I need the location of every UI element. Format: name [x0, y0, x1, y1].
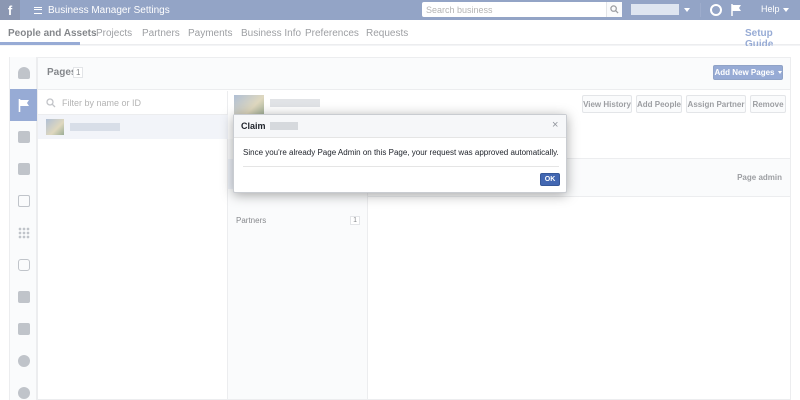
ok-button[interactable]: OK: [540, 173, 560, 186]
dialog-header: Claim ×: [234, 115, 566, 138]
page-name-redacted: [270, 122, 298, 130]
claim-dialog: Claim × Since you're already Page Admin …: [233, 114, 567, 193]
close-icon[interactable]: ×: [552, 120, 558, 131]
modal-overlay[interactable]: [0, 0, 800, 400]
dialog-message: Since you're already Page Admin on this …: [243, 148, 559, 157]
divider: [243, 166, 559, 167]
dialog-title: Claim: [241, 121, 266, 131]
